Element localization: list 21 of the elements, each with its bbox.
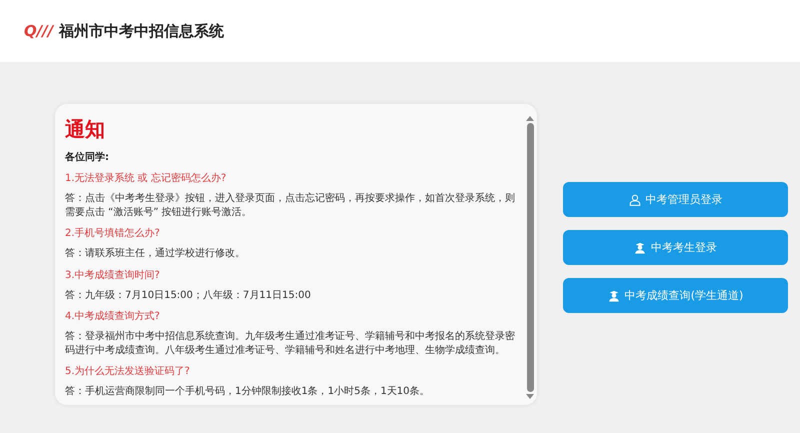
student-icon xyxy=(608,290,620,302)
site-title: 福州市中考中招信息系统 xyxy=(59,22,224,40)
faq-question: 3.中考成绩查询时间? xyxy=(65,268,161,282)
user-icon xyxy=(628,194,640,206)
faq-answer: 答：登录福州市中考中招信息系统查询。九年级考生通过准考证号、学籍辅号和中考报名的系统登录密码进行中考成绩查询。八年级考生通过准考证号、学籍辅号和姓名进行中考地理、生物学成绩查询。 xyxy=(65,330,516,357)
notice-title: 通知 xyxy=(65,116,106,143)
faq-answer: 答：手机运营商限制同一个手机号码，1分钟限制接收1条，1小时5条，1天10条。 xyxy=(65,385,431,398)
faq-answer: 答：九年级：7月10日15:00；八年级：7月11日15:00 xyxy=(65,288,312,302)
login-button[interactable]: 中考管理员登录 xyxy=(563,182,788,217)
login-button[interactable]: 中考成绩查询(学生通道) xyxy=(563,278,788,313)
scrollbar[interactable] xyxy=(525,116,535,398)
logo: Q/// xyxy=(24,22,54,40)
faq-question: 1.无法登录系统 或 忘记密码怎么办? xyxy=(65,172,228,185)
faq-question: 4.中考成绩查询方式? xyxy=(65,310,161,323)
login-button[interactable]: 中考考生登录 xyxy=(563,230,788,265)
faq-question: 5.为什么无法发送验证码了? xyxy=(65,364,191,378)
student-icon xyxy=(634,242,646,254)
faq-answer: 答：请联系班主任，通过学校进行修改。 xyxy=(65,247,246,260)
faq-question: 2.手机号填错怎么办? xyxy=(65,226,161,240)
faq-answer: 答：点击《中考考生登录》按钮，进入登录页面，点击忘记密码，再按要求操作，如首次登录系统，则需要点击 “激活账号” 按钮进行账号激活。 xyxy=(65,192,516,219)
greeting: 各位同学: xyxy=(65,150,110,164)
